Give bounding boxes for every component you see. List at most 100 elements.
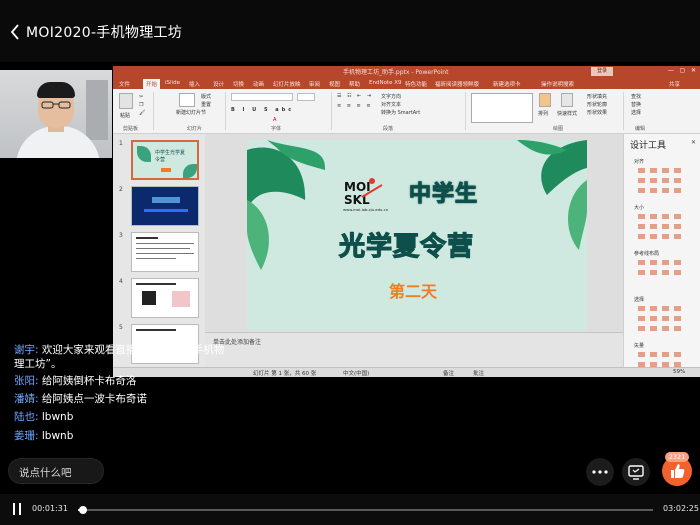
current-slide[interactable]: MOI SKL www.moi-lab.zju.edu.cn 中学生 光学夏令营… xyxy=(247,140,587,330)
design-tool-icon[interactable] xyxy=(638,224,645,229)
ribbon-tab[interactable]: 福昕阅读器领鲜版 xyxy=(435,80,479,88)
design-tool-icon[interactable] xyxy=(674,188,681,193)
more-button[interactable] xyxy=(586,458,614,486)
design-tool-icon[interactable] xyxy=(662,270,669,275)
align-text-button[interactable]: 对齐文本 xyxy=(381,101,401,108)
new-slide-label[interactable]: 新建幻灯片 xyxy=(176,110,202,116)
design-tool-icon[interactable] xyxy=(638,352,645,357)
design-tool-icon[interactable] xyxy=(674,214,681,219)
design-tool-icon[interactable] xyxy=(650,270,657,275)
font-style-buttons[interactable]: B I U S abc xyxy=(231,107,294,113)
ribbon-tab[interactable]: iSlide xyxy=(165,80,180,86)
zoom-level[interactable]: 59% xyxy=(673,369,685,375)
ribbon-tab[interactable]: 设计 xyxy=(213,80,224,88)
design-tool-icon[interactable] xyxy=(674,352,681,357)
text-direction-button[interactable]: 文字方向 xyxy=(381,93,401,100)
section-button[interactable]: 节 xyxy=(201,109,206,116)
ribbon-tab[interactable]: EndNote X9 xyxy=(369,80,402,86)
design-tool-icon[interactable] xyxy=(674,224,681,229)
progress-handle[interactable] xyxy=(78,506,87,514)
quick-styles-label[interactable]: 快速样式 xyxy=(557,110,577,117)
slide-thumbnail-4[interactable] xyxy=(131,278,199,318)
select-button[interactable]: 选择 xyxy=(631,109,641,116)
font-name-field[interactable] xyxy=(231,93,293,101)
shape-fill-button[interactable]: 形状填充 xyxy=(587,93,607,100)
design-tool-icon[interactable] xyxy=(638,270,645,275)
design-tool-icon[interactable] xyxy=(662,178,669,183)
copy-icon[interactable]: ❐ xyxy=(139,102,143,108)
shape-effect-button[interactable]: 形状效果 xyxy=(587,109,607,116)
design-tool-icon[interactable] xyxy=(650,168,657,173)
arrange-label[interactable]: 排列 xyxy=(538,110,548,117)
design-tool-icon[interactable] xyxy=(662,326,669,331)
design-tool-icon[interactable] xyxy=(674,326,681,331)
design-tool-icon[interactable] xyxy=(650,352,657,357)
ribbon-tab[interactable]: 帮助 xyxy=(349,80,360,88)
paste-icon[interactable] xyxy=(119,93,133,109)
design-tool-icon[interactable] xyxy=(674,316,681,321)
design-tool-icon[interactable] xyxy=(674,260,681,265)
ribbon-tab[interactable]: 视图 xyxy=(329,80,340,88)
design-tool-icon[interactable] xyxy=(650,178,657,183)
design-tool-icon[interactable] xyxy=(674,178,681,183)
design-tool-icon[interactable] xyxy=(650,326,657,331)
slide-thumbnail-1[interactable]: 中学生光学夏令营 xyxy=(131,140,199,180)
new-slide-icon[interactable] xyxy=(179,93,195,107)
design-tool-icon[interactable] xyxy=(638,306,645,311)
progress-bar[interactable] xyxy=(78,506,653,514)
slide-thumbnail-3[interactable] xyxy=(131,232,199,272)
shapes-gallery[interactable] xyxy=(471,93,533,123)
find-button[interactable]: 查找 xyxy=(631,93,641,100)
design-tool-icon[interactable] xyxy=(674,168,681,173)
design-tool-icon[interactable] xyxy=(650,224,657,229)
design-tool-icon[interactable] xyxy=(650,306,657,311)
design-tool-icon[interactable] xyxy=(638,188,645,193)
design-tool-icon[interactable] xyxy=(662,260,669,265)
replace-button[interactable]: 替换 xyxy=(631,101,641,108)
design-tool-icon[interactable] xyxy=(662,316,669,321)
ribbon-tab[interactable]: 切换 xyxy=(233,80,244,88)
ribbon-tab[interactable]: 特色功能 xyxy=(405,80,427,88)
slide-thumbnail-2[interactable] xyxy=(131,186,199,226)
ribbon-tab[interactable]: 动画 xyxy=(253,80,264,88)
design-tool-icon[interactable] xyxy=(674,270,681,275)
design-tool-icon[interactable] xyxy=(662,188,669,193)
ribbon-tab[interactable]: 幻灯片放映 xyxy=(273,80,301,88)
screen-button[interactable] xyxy=(622,458,650,486)
pause-icon[interactable] xyxy=(12,503,22,515)
shape-outline-button[interactable]: 形状轮廓 xyxy=(587,101,607,108)
ribbon-tab[interactable]: 共享 xyxy=(669,80,680,88)
design-tool-icon[interactable] xyxy=(650,214,657,219)
design-tool-icon[interactable] xyxy=(638,168,645,173)
design-tool-icon[interactable] xyxy=(638,214,645,219)
close-icon[interactable]: ✕ xyxy=(691,139,696,146)
design-tool-icon[interactable] xyxy=(662,168,669,173)
ribbon-tab[interactable]: 插入 xyxy=(189,80,200,88)
notes-toggle[interactable]: 备注 xyxy=(443,369,454,377)
design-tool-icon[interactable] xyxy=(662,352,669,357)
comment-input[interactable]: 说点什么吧 xyxy=(8,458,104,484)
ribbon-tab[interactable]: 操作说明搜索 xyxy=(541,80,574,88)
align-buttons[interactable]: ≡ ≡ ≡ ≡ xyxy=(337,103,373,109)
cut-icon[interactable]: ✂ xyxy=(139,94,143,100)
layout-button[interactable]: 版式 xyxy=(201,93,211,100)
design-tool-icon[interactable] xyxy=(674,306,681,311)
smartart-button[interactable]: 转换为 SmartArt xyxy=(381,109,420,116)
ribbon-tab[interactable]: 新建选项卡 xyxy=(493,80,521,88)
window-controls[interactable]: — ▢ ✕ xyxy=(668,67,696,74)
ppt-login-button[interactable]: 登录 xyxy=(591,67,613,76)
ribbon-tab[interactable]: 开始 xyxy=(143,79,161,89)
format-painter-icon[interactable]: 🖌 xyxy=(139,110,145,116)
design-tool-icon[interactable] xyxy=(638,178,645,183)
ribbon-tab[interactable]: 审阅 xyxy=(309,80,320,88)
font-size-field[interactable] xyxy=(297,93,315,101)
design-tool-icon[interactable] xyxy=(662,214,669,219)
design-tool-icon[interactable] xyxy=(638,316,645,321)
design-tool-icon[interactable] xyxy=(662,234,669,239)
design-tool-icon[interactable] xyxy=(650,316,657,321)
list-buttons[interactable]: ☰ ☷ ⇤ ⇥ xyxy=(337,93,373,99)
ribbon-tab[interactable]: 文件 xyxy=(119,80,130,88)
font-color-icon[interactable]: A xyxy=(273,117,276,123)
design-tool-icon[interactable] xyxy=(638,234,645,239)
design-tool-icon[interactable] xyxy=(650,234,657,239)
